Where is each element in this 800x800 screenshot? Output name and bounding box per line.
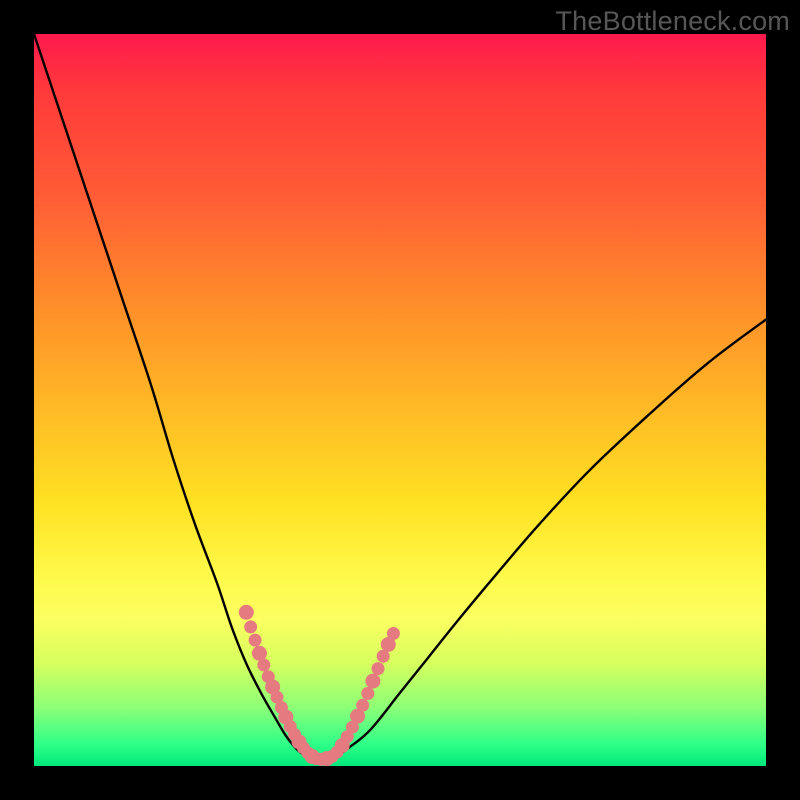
bottleneck-curve: [34, 34, 766, 759]
marker-dot: [387, 627, 400, 640]
marker-dot: [244, 620, 257, 633]
marker-dot: [356, 699, 369, 712]
marker-dot: [365, 674, 380, 689]
marker-dot: [361, 687, 374, 700]
marker-dot: [252, 646, 267, 661]
marker-dot: [372, 662, 385, 675]
plot-area: [34, 34, 766, 766]
marker-cluster-left: [239, 605, 328, 766]
marker-dot: [249, 634, 262, 647]
marker-dot: [257, 658, 270, 671]
marker-dot: [239, 605, 254, 620]
chart-frame: TheBottleneck.com: [0, 0, 800, 800]
chart-svg: [34, 34, 766, 766]
watermark-text: TheBottleneck.com: [555, 6, 790, 37]
marker-cluster-right: [319, 627, 400, 766]
